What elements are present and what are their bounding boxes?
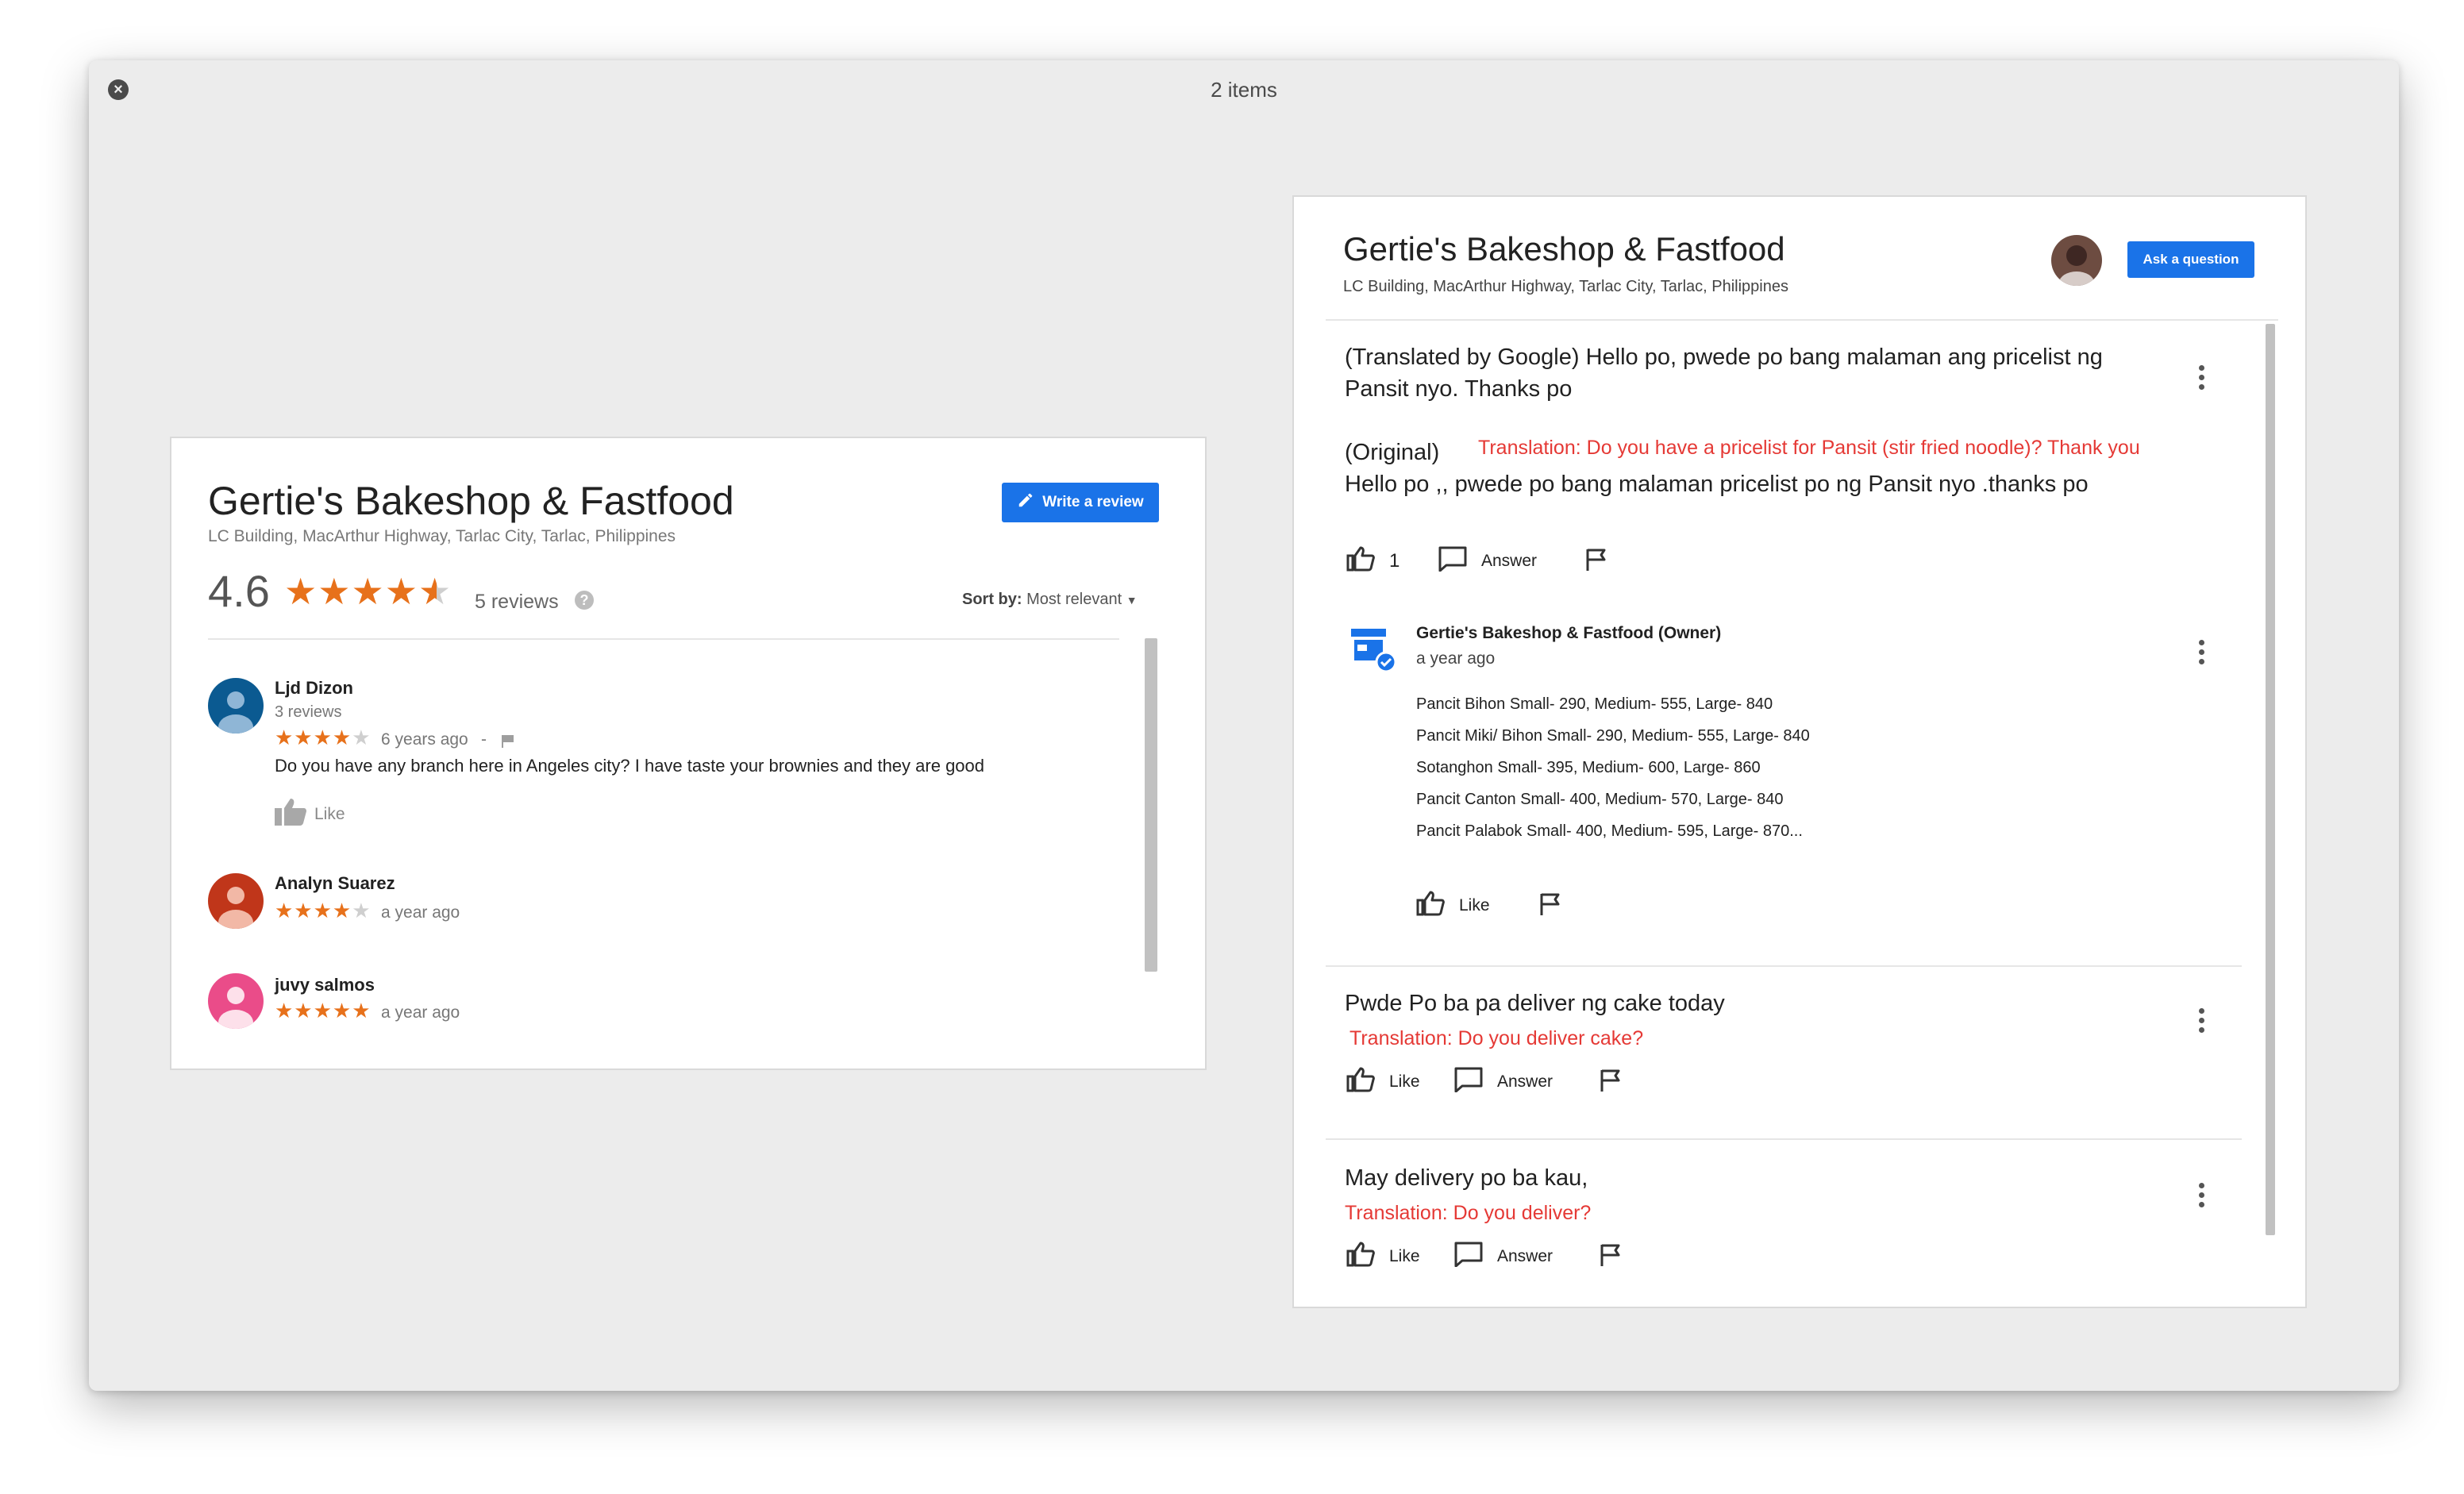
- owner-answer-line: Pancit Miki/ Bihon Small- 290, Medium- 5…: [1416, 727, 1810, 745]
- thumb-up-icon: [275, 799, 306, 830]
- original-label: (Original): [1345, 440, 1440, 465]
- review-count[interactable]: 5 reviews: [475, 591, 559, 614]
- star-icon: ★: [351, 571, 385, 612]
- review-time: 6 years ago: [381, 730, 468, 749]
- rating-value: 4.6: [208, 566, 270, 616]
- question-translated-text: Pansit nyo. Thanks po: [1345, 376, 1573, 402]
- like-button[interactable]: Like: [275, 799, 345, 830]
- thumb-up-icon: [1346, 1242, 1375, 1271]
- divider: [1326, 965, 2242, 967]
- sort-value: Most relevant: [1026, 591, 1122, 608]
- question-text: May delivery po ba kau,: [1345, 1165, 1588, 1191]
- ask-question-label: Ask a question: [2143, 252, 2239, 267]
- questions-card: Gertie's Bakeshop & Fastfood LC Building…: [1294, 197, 2305, 1307]
- avatar: [208, 873, 264, 929]
- question-original-text: Hello po ,, pwede po bang malaman pricel…: [1345, 472, 2089, 497]
- scrollbar[interactable]: [2266, 324, 2275, 1235]
- like-button[interactable]: Like: [1346, 1067, 1420, 1096]
- question-translated-text: (Translated by Google) Hello po, pwede p…: [1345, 345, 2103, 370]
- flag-icon[interactable]: [1599, 1069, 1623, 1096]
- review-stars: ★★★★★: [275, 726, 372, 749]
- answer-label: Answer: [1497, 1072, 1553, 1091]
- translation-annotation: Translation: Do you have a pricelist for…: [1478, 437, 2140, 459]
- write-review-label: Write a review: [1042, 494, 1144, 510]
- owner-answer-line: Pancit Bihon Small- 290, Medium- 555, La…: [1416, 695, 1773, 713]
- business-name: Gertie's Bakeshop & Fastfood: [1343, 230, 1785, 268]
- answer-label: Answer: [1497, 1246, 1553, 1265]
- like-label: Like: [314, 804, 345, 823]
- write-review-button[interactable]: Write a review: [1002, 483, 1159, 522]
- pencil-icon: [1017, 491, 1034, 514]
- flag-icon[interactable]: [1538, 892, 1562, 920]
- divider: [1326, 1138, 2242, 1140]
- owner-answer-line: Sotanghon Small- 395, Medium- 600, Large…: [1416, 759, 1761, 776]
- quicklook-window: × 2 items Gertie's Bakeshop & Fastfood L…: [89, 60, 2399, 1391]
- business-name: Gertie's Bakeshop & Fastfood: [208, 479, 734, 523]
- answer-button[interactable]: Answer: [1454, 1067, 1553, 1096]
- owner-name: Gertie's Bakeshop & Fastfood (Owner): [1416, 624, 1722, 642]
- thumb-up-icon: [1416, 891, 1445, 920]
- rating-stars: ★★★★★: [284, 570, 452, 613]
- flag-icon[interactable]: [1584, 548, 1608, 576]
- sort-control[interactable]: Sort by: Most relevant ▼: [962, 591, 1138, 609]
- scrollbar[interactable]: [1145, 638, 1157, 972]
- more-options-icon[interactable]: [2199, 365, 2205, 394]
- translation-annotation: Translation: Do you deliver?: [1345, 1202, 1592, 1224]
- business-address: LC Building, MacArthur Highway, Tarlac C…: [208, 527, 676, 545]
- owner-answer-line: Pancit Palabok Small- 400, Medium- 595, …: [1416, 822, 1803, 840]
- comment-icon: [1438, 546, 1467, 576]
- translation-annotation: Translation: Do you deliver cake?: [1349, 1027, 1644, 1049]
- reviewer-name[interactable]: juvy salmos: [275, 975, 375, 995]
- review-time: a year ago: [381, 903, 460, 922]
- chevron-down-icon: ▼: [1126, 594, 1138, 606]
- window-title: 2 items: [1211, 78, 1277, 102]
- thumb-up-icon: [1346, 1067, 1375, 1096]
- review-stars: ★★★★★: [275, 899, 372, 922]
- sort-label: Sort by:: [962, 591, 1022, 608]
- star-icon: ★: [284, 571, 318, 612]
- review-stars: ★★★★★: [275, 999, 372, 1022]
- reviewer-meta: 3 reviews: [275, 703, 342, 721]
- more-options-icon[interactable]: [2199, 1183, 2205, 1211]
- thumb-up-icon: [1346, 546, 1375, 576]
- answer-button[interactable]: Answer: [1438, 546, 1537, 576]
- reviewer-name[interactable]: Ljd Dizon: [275, 678, 353, 699]
- comment-icon: [1454, 1067, 1483, 1096]
- like-button[interactable]: 1: [1346, 546, 1399, 576]
- comment-icon: [1454, 1242, 1483, 1271]
- store-verified-icon: [1349, 626, 1397, 677]
- star-icon: ★: [384, 571, 418, 612]
- answer-label: Answer: [1481, 551, 1538, 570]
- star-icon: ★: [318, 571, 352, 612]
- divider: [1326, 319, 2278, 321]
- like-label: Like: [1389, 1246, 1420, 1265]
- user-avatar[interactable]: [2051, 235, 2102, 286]
- help-icon[interactable]: ?: [575, 591, 594, 610]
- star-half-icon: ★: [418, 571, 452, 612]
- more-options-icon[interactable]: [2199, 640, 2205, 668]
- avatar: [208, 973, 264, 1029]
- question-text: Pwde Po ba pa deliver ng cake today: [1345, 991, 1725, 1016]
- like-button[interactable]: Like: [1346, 1242, 1420, 1271]
- ask-question-button[interactable]: Ask a question: [2127, 241, 2254, 278]
- review-text: Do you have any branch here in Angeles c…: [275, 756, 985, 776]
- like-label: Like: [1459, 895, 1490, 914]
- flag-icon[interactable]: [500, 734, 516, 753]
- like-label: Like: [1389, 1072, 1420, 1091]
- owner-answer-line: Pancit Canton Small- 400, Medium- 570, L…: [1416, 791, 1784, 808]
- review-time: a year ago: [381, 1003, 460, 1022]
- avatar: [208, 678, 264, 734]
- owner-answer-time: a year ago: [1416, 649, 1496, 668]
- like-count: 1: [1389, 549, 1400, 572]
- like-button[interactable]: Like: [1416, 891, 1490, 920]
- business-address: LC Building, MacArthur Highway, Tarlac C…: [1343, 278, 1788, 295]
- reviewer-name[interactable]: Analyn Suarez: [275, 873, 395, 894]
- answer-button[interactable]: Answer: [1454, 1242, 1553, 1271]
- reviews-card: Gertie's Bakeshop & Fastfood LC Building…: [171, 438, 1205, 1069]
- flag-icon[interactable]: [1599, 1243, 1623, 1271]
- divider: [208, 638, 1119, 640]
- review-separator: -: [481, 730, 487, 749]
- more-options-icon[interactable]: [2199, 1008, 2205, 1037]
